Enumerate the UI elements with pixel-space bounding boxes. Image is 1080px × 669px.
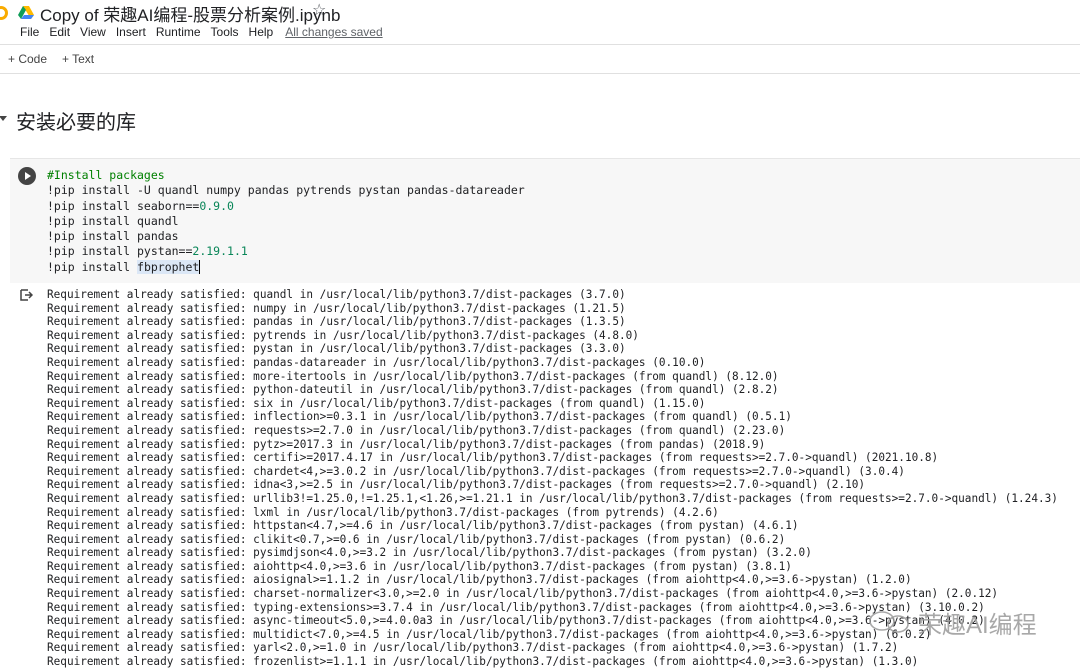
output-line: Requirement already satisfied: pandas in… [47, 315, 626, 329]
menu-file[interactable]: File [20, 25, 39, 39]
watermark: 荣趣AI编程 [869, 605, 1037, 640]
output-line: Requirement already satisfied: aiohttp<4… [47, 559, 792, 573]
wechat-logo-icon [869, 611, 909, 633]
add-text-button[interactable]: + Text [62, 52, 94, 66]
collapse-section-icon[interactable] [0, 116, 7, 121]
output-action-icon[interactable] [19, 288, 33, 302]
cell-toolbar: + Code + Text [0, 44, 1080, 74]
code-line: !pip install pystan==2.19.1.1 [47, 244, 525, 259]
code-cell[interactable]: #Install packages !pip install -U quandl … [10, 158, 1080, 283]
output-line: Requirement already satisfied: more-iter… [47, 369, 779, 383]
output-line: Requirement already satisfied: six in /u… [47, 396, 706, 410]
section-heading: 安装必要的库 [16, 112, 136, 134]
code-line: !pip install fbprophet [47, 259, 525, 275]
code-line: !pip install quandl [47, 213, 179, 228]
notebook-title[interactable]: Copy of 荣趣AI编程-股票分析案例.ipynb [40, 1, 340, 26]
google-drive-icon [18, 6, 34, 19]
menu-runtime[interactable]: Runtime [156, 25, 201, 39]
code-line: !pip install pandas [47, 229, 179, 244]
menu-insert[interactable]: Insert [116, 25, 146, 39]
save-status-link[interactable]: All changes saved [285, 25, 382, 39]
output-line: Requirement already satisfied: pytrends … [47, 328, 639, 342]
output-line: Requirement already satisfied: python-da… [47, 383, 779, 397]
output-line: Requirement already satisfied: certifi>=… [47, 451, 939, 465]
code-token: !pip install seaborn== [47, 198, 200, 213]
menu-tools[interactable]: Tools [211, 25, 239, 39]
code-line: #Install packages [47, 168, 165, 182]
code-token: !pip install [47, 259, 138, 274]
output-line: Requirement already satisfied: frozenlis… [47, 655, 919, 669]
output-line: Requirement already satisfied: urllib3!=… [47, 491, 1058, 505]
output-line: Requirement already satisfied: pandas-da… [47, 355, 706, 369]
colab-logo[interactable] [0, 6, 8, 20]
output-line: Requirement already satisfied: yarl<2.0,… [47, 641, 899, 655]
header-bar: Copy of 荣趣AI编程-股票分析案例.ipynb ☆ File Edit … [0, 0, 1080, 44]
output-line: Requirement already satisfied: idna<3,>=… [47, 478, 866, 492]
watermark-text: 荣趣AI编程 [918, 612, 1037, 639]
output-line: Requirement already satisfied: httpstan<… [47, 519, 799, 533]
menu-view[interactable]: View [80, 25, 106, 39]
output-line: Requirement already satisfied: lxml in /… [47, 505, 719, 519]
code-number-token: 0.9.0 [199, 198, 234, 213]
output-line: Requirement already satisfied: pytz>=201… [47, 437, 766, 451]
menu-edit[interactable]: Edit [49, 25, 70, 39]
code-number-token: 2.19.1.1 [192, 244, 248, 259]
selected-code-token: fbprophet [137, 259, 201, 274]
output-line: Requirement already satisfied: charset-n… [47, 587, 999, 601]
output-line: Requirement already satisfied: clikit<0.… [47, 532, 786, 546]
output-line: Requirement already satisfied: pysimdjso… [47, 546, 812, 560]
output-line: Requirement already satisfied: numpy in … [47, 301, 626, 315]
menu-bar: File Edit View Insert Runtime Tools Help… [20, 25, 393, 39]
run-cell-button[interactable] [18, 167, 36, 185]
output-line: Requirement already satisfied: requests>… [47, 423, 786, 437]
output-line: Requirement already satisfied: quandl in… [47, 288, 626, 301]
star-outline-icon[interactable]: ☆ [312, 0, 326, 20]
output-line: Requirement already satisfied: pystan in… [47, 342, 626, 356]
output-line: Requirement already satisfied: chardet<4… [47, 464, 905, 478]
code-editor[interactable]: #Install packages !pip install -U quandl … [47, 168, 525, 275]
menu-help[interactable]: Help [249, 25, 274, 39]
output-line: Requirement already satisfied: inflectio… [47, 410, 792, 424]
code-line: !pip install -U quandl numpy pandas pytr… [47, 183, 525, 198]
code-line: !pip install seaborn==0.9.0 [47, 199, 525, 214]
output-line: Requirement already satisfied: aiosignal… [47, 573, 912, 587]
code-token: !pip install pystan== [47, 244, 193, 259]
add-code-button[interactable]: + Code [8, 52, 47, 66]
